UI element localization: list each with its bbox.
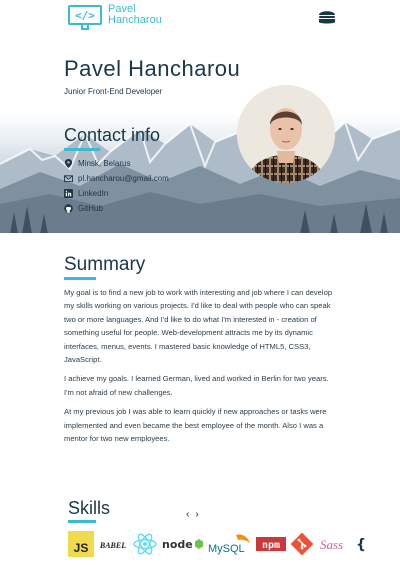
contact-info-heading: Contact info <box>64 125 161 145</box>
nodejs-logo: node <box>162 531 204 557</box>
npm-logo: npm <box>256 531 286 557</box>
mysql-logo-label: MySQL <box>208 543 245 555</box>
hero-section: Pavel Hancharou Junior Front-End Develop… <box>0 34 400 233</box>
contact-email[interactable]: pl.hancharou@gmail.com <box>64 171 169 186</box>
mysql-logo: MySQL <box>208 531 252 557</box>
map-marker-icon <box>64 159 73 168</box>
contact-linkedin[interactable]: LinkedIn <box>64 186 169 201</box>
carousel-next-button[interactable]: › <box>195 509 198 520</box>
logo-text-last-name: Hancharou <box>108 14 162 26</box>
contact-list: Minsk, Belarus pl.hancharou@gmail.com Li… <box>64 156 169 216</box>
site-logo[interactable]: </> Pavel Hancharou <box>68 4 162 30</box>
github-icon <box>64 204 73 213</box>
contact-location: Minsk, Belarus <box>64 156 169 171</box>
js-logo: JS <box>68 531 94 557</box>
heading-underline <box>68 520 96 523</box>
logo-text: Pavel Hancharou <box>108 4 162 26</box>
contact-location-text: Minsk, Belarus <box>78 159 131 168</box>
linkedin-link[interactable]: LinkedIn <box>78 189 108 198</box>
profile-name: Pavel Hancharou <box>64 56 241 81</box>
profile-photo-image <box>237 85 335 183</box>
js-logo-label: JS <box>74 541 89 555</box>
skills-heading: Skills <box>68 498 111 518</box>
heading-underline <box>64 277 96 280</box>
envelope-icon <box>64 175 73 183</box>
babel-logo-label: BABEL <box>99 541 126 550</box>
npm-logo-label: npm <box>262 540 280 551</box>
skills-carousel: JS BABEL node MySQL npm Sass { <box>68 530 400 558</box>
summary-paragraph: At my previous job I was able to learn q… <box>64 407 327 444</box>
hamburger-icon[interactable] <box>318 9 336 25</box>
carousel-prev-button[interactable]: ‹ <box>186 509 189 520</box>
react-logo <box>132 531 158 557</box>
summary-heading: Summary <box>64 254 146 275</box>
code-monitor-icon: </> <box>68 5 102 30</box>
mountains-background <box>0 120 400 233</box>
contact-email-link[interactable]: pl.hancharou@gmail.com <box>78 174 169 183</box>
linkedin-icon <box>64 189 73 198</box>
summary-paragraph: My goal is to find a new job to work wit… <box>64 288 333 365</box>
profile-role: Junior Front-End Developer <box>64 87 163 96</box>
svg-text:{: { <box>356 537 366 553</box>
summary-paragraph: I achieve my goals. I learned German, li… <box>64 374 329 397</box>
carousel-controls: ‹ › <box>186 509 199 520</box>
babel-logo: BABEL <box>98 531 128 557</box>
git-logo <box>290 531 314 557</box>
partial-logo: { <box>356 531 366 557</box>
profile-photo <box>237 85 335 183</box>
nodejs-logo-label: node <box>162 538 193 551</box>
sass-logo: Sass <box>318 531 352 557</box>
github-link[interactable]: GitHub <box>78 204 103 213</box>
contact-github[interactable]: GitHub <box>64 201 169 216</box>
summary-text: My goal is to find a new job to work wit… <box>64 286 338 451</box>
site-header: </> Pavel Hancharou <box>0 0 400 34</box>
heading-underline <box>64 148 100 151</box>
sass-logo-label: Sass <box>320 537 343 552</box>
